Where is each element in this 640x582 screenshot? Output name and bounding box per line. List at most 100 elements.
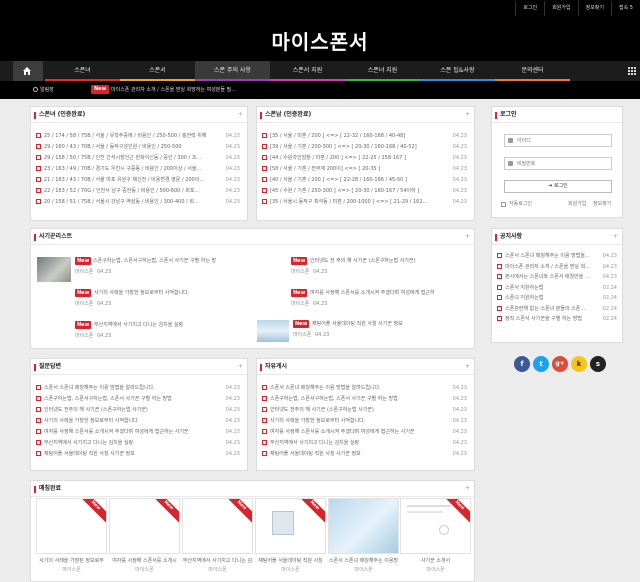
panel-title[interactable]: 사기꾼리스트 xyxy=(39,229,72,245)
panel-title[interactable]: 스폰남 (인증완료) xyxy=(265,107,311,123)
matched-item[interactable]: New 사기의 사례을 가장된 정보로부 마이스폰 xyxy=(36,498,107,578)
list-item[interactable]: 스폰구하는법, 스폰서구하는법, 스폰서 사기꾼 구별 하는 방법 04.23 xyxy=(31,394,247,405)
more-button[interactable]: + xyxy=(465,229,470,245)
panel-title[interactable]: 자유게시 xyxy=(265,359,287,375)
more-button[interactable]: + xyxy=(238,359,243,375)
fraud-item[interactable]: New 채팅어플 서울데이팅 직원 사칭 사기꾼 정보 마이스폰 04.23 xyxy=(257,320,471,348)
nav-item-sponser[interactable]: 스폰서 xyxy=(120,61,195,81)
list-item[interactable]: 스폰구하는법, 스폰서구하는법, 스폰서 사기꾼 구별 하는 방법 04.23 xyxy=(257,394,474,405)
google-plus-icon[interactable]: g+ xyxy=(552,356,568,372)
bullet-icon xyxy=(36,166,41,171)
list-item[interactable]: 여자를 사정해 스폰서를 소개시켜 주겠다며 여성에게 접근하는 사기꾼 04.2… xyxy=(31,427,247,438)
find-info-link[interactable]: 정보찾기 xyxy=(593,199,611,209)
list-item[interactable]: 29 / 158 / 50 / 75B / 인천 간석시장인근 한화이신동 / … xyxy=(31,153,247,164)
list-item[interactable]: 29 / 160 / 43 / 70B / 서울 / 동작구성인원 / 비용인 … xyxy=(31,142,247,153)
list-item[interactable]: 스폰관련해 없는 스폰녀 분들의 스폰... 02.24 xyxy=(492,304,622,315)
site-logo[interactable]: 마이스폰서 xyxy=(0,26,640,55)
list-item[interactable]: [35 / 서울 / 미혼 / 200 ] <=> [ 22-32 / 160-… xyxy=(257,131,474,142)
nav-item-caution[interactable]: 스폰 주의 사항 xyxy=(195,61,270,81)
nav-item-sponnyeo[interactable]: 스폰녀 xyxy=(45,61,120,81)
nav-item-tips[interactable]: 스폰 팁&사랑 xyxy=(420,61,495,81)
matched-item[interactable]: New 사기꾼 소개서 마이스폰 xyxy=(400,498,471,578)
panel-title[interactable]: 매칭완료 xyxy=(39,481,61,497)
bullet-icon xyxy=(36,440,41,445)
find-info-link[interactable]: 정보찾기 xyxy=(577,1,611,16)
ticker-text[interactable]: 마이스폰 관리자 소개 / 스폰을 받실 희망하는 여성분들 필... xyxy=(111,81,236,99)
fraud-item[interactable]: New 스폰구하는법, 스폰서구하는법, 스폰서 사기꾼 구별 하는 방 마이스… xyxy=(37,257,247,285)
list-item[interactable]: 스폰서 스폰녀 매칭해주는 이용 방법을 알려드립니다. 04.23 xyxy=(31,383,247,394)
fraud-item[interactable]: New 인터넷도 전 주의 해 사기꾼 (스폰구하는법 사기꾼) 마이스폰 04… xyxy=(291,257,471,285)
list-item[interactable]: 22 / 163 / 52 / 70G / 인천서 남구 중한동 / 비용인 /… xyxy=(31,186,247,197)
grid-menu-icon[interactable] xyxy=(628,67,636,75)
matched-item[interactable]: New 여자를 사정해 스폰서를 소개시 마이스폰 xyxy=(109,498,180,578)
fraud-item[interactable]: New 사기의 사례을 가장한 정보로부터 사적합니다. 마이스폰 04.23 xyxy=(75,289,255,317)
new-badge: New xyxy=(75,289,92,297)
bullet-icon xyxy=(36,407,41,412)
join-link[interactable]: 회원가입 xyxy=(544,1,577,16)
fraud-item[interactable]: New 여자를 사정해 스폰서를 소개시켜 주겠다며 여성에게 접근하 마이스폰… xyxy=(291,289,471,317)
more-button[interactable]: + xyxy=(465,107,470,123)
auto-login-checkbox[interactable] xyxy=(501,202,506,207)
join-link[interactable]: 회원가입 xyxy=(568,199,586,209)
list-item[interactable]: 여자를 사정해 스폰서를 소개시켜 주겠다며 여성에게 접근하는 사기꾼 04.2… xyxy=(257,427,474,438)
facebook-icon[interactable]: f xyxy=(514,356,530,372)
list-item[interactable]: 채팅어플 서울데이팅 직원 사칭 사기꾼 정보 04.23 xyxy=(257,449,474,460)
list-item[interactable]: [40 / 서울 / 기혼 / 200 ] <=> [ 22-28 / 160-… xyxy=(257,175,474,186)
login-link[interactable]: 로그인 xyxy=(515,1,544,16)
list-item[interactable]: 본사에서는 스폰녀와 스폰서 매칭만을 ... 04.23 xyxy=(492,272,622,283)
more-button[interactable]: + xyxy=(613,229,618,245)
panel-title[interactable]: 공지사항 xyxy=(500,229,522,245)
new-badge: New xyxy=(91,85,110,94)
matched-thumbnail: New xyxy=(182,498,253,554)
twitter-icon[interactable]: t xyxy=(533,356,549,372)
list-item[interactable]: 인터넷도 전주의 해 사기꾼 (스폰구하는법 사기꾼) 04.23 xyxy=(257,405,474,416)
kakao-icon[interactable]: k xyxy=(571,356,587,372)
list-item[interactable]: 채팅어플 서울데이팅 직원 사칭 사기꾼 정보 04.23 xyxy=(31,449,247,460)
list-item[interactable]: 스폰서 스폰녀 매칭해주는 이용 방법을... 04.23 xyxy=(492,251,622,262)
list-item[interactable]: 스폰서 스폰녀 매칭해주는 이용 방법을 알려드립니다. 04.23 xyxy=(257,383,474,394)
list-item[interactable]: 스폰서 지원하는법 02.24 xyxy=(492,283,622,294)
screen-preview xyxy=(272,511,294,535)
more-button[interactable]: + xyxy=(465,481,470,497)
matched-thumbnail: New xyxy=(255,498,326,554)
list-item[interactable]: 사기의 사례을 가장한 정보로부터 사적합니다. 04.23 xyxy=(257,416,474,427)
password-input[interactable] xyxy=(517,159,607,169)
more-button[interactable]: + xyxy=(465,359,470,375)
list-item[interactable]: 25 / 174 / 58 / 75B / 서울 / 유학주중에 / 비용인 /… xyxy=(31,131,247,142)
list-item[interactable]: 스폰녀 지원하는법 02.24 xyxy=(492,293,622,304)
list-item[interactable]: [44 / 수원과인암창 / 미혼 / 200 ] <=> [ 22-25 / … xyxy=(257,153,474,164)
id-input[interactable] xyxy=(517,136,607,146)
list-item[interactable]: 부산지역에서 사기치고 다니는 김치을 실랑 04.23 xyxy=(257,438,474,449)
list-item[interactable]: [45 / 수원 / 기혼 / 250-300 ] <=> [ 20-30 / … xyxy=(257,186,474,197)
nav-item-sponnyeo-apply[interactable]: 스폰녀 지원 xyxy=(345,61,420,81)
login-button[interactable]: ➔ 로그인 xyxy=(504,180,612,193)
list-item[interactable]: 21 / 163 / 43 / 70B / 서울 마포 유원구 제신전 / 비용… xyxy=(31,175,247,186)
bullet-icon xyxy=(36,396,41,401)
fraud-item[interactable]: New 부산지역에서 사기치고 다니는 김치을 실랑 마이스폰 04.23 xyxy=(75,321,255,348)
matched-item[interactable]: New 부산지역에서 사기치고 다니는 김 마이스폰 xyxy=(182,498,253,578)
list-item[interactable]: 20 / 158 / 51 / 75B / 서울시 강남구 역삼동 / 비용인 … xyxy=(31,197,247,208)
list-item[interactable]: 부산지역에서 사기치고 다니는 김치을 실랑 04.23 xyxy=(31,438,247,449)
nav-item-sponser-apply[interactable]: 스폰서 지원 xyxy=(270,61,345,81)
list-item[interactable]: 사기의 사례을 가장한 정보로부터 사적합니다. 04.23 xyxy=(31,416,247,427)
password-field[interactable] xyxy=(504,157,612,170)
nav-item-contact[interactable]: 문의센터 xyxy=(495,61,570,81)
list-item[interactable]: [39 / 서울 / 기혼 / 200-300 ] <=> [ 20-30 / … xyxy=(257,142,474,153)
bullet-icon xyxy=(262,144,267,149)
more-button[interactable]: + xyxy=(238,107,243,123)
id-field[interactable] xyxy=(504,134,612,147)
matched-item[interactable]: New 채팅어플 서울데이팅 직원 사칭 마이스폰 xyxy=(255,498,326,578)
list-item[interactable]: 23 / 163 / 49 / 70B / 경기도 우친시 구증동 / 비용인 … xyxy=(31,164,247,175)
list-item[interactable]: 인터넷도 전주의 해 사기꾼 (스폰구하는법 사기꾼) 04.23 xyxy=(31,405,247,416)
panel-title[interactable]: 스폰녀 (인증완료) xyxy=(39,107,85,123)
home-button[interactable] xyxy=(13,61,43,81)
bullet-icon xyxy=(36,188,41,193)
list-item[interactable]: [35 / 서울시 동작구 흑석동 / 미혼 / 200-1000 ] <=> … xyxy=(257,197,474,208)
bell-icon xyxy=(33,87,38,92)
matched-item[interactable]: 스폰서 스폰녀 매칭해주는 이용방 마이스폰 xyxy=(328,498,399,578)
kakaostory-icon[interactable]: s xyxy=(590,356,606,372)
panel-title[interactable]: 질문답변 xyxy=(39,359,61,375)
list-item[interactable]: 마이스폰 관리자 소개 / 스폰을 받실 희... 04.23 xyxy=(492,262,622,273)
list-item[interactable]: [58 / 서울 / 기혼 / 전부재 200이] <=> [ 20-35 ] 0… xyxy=(257,164,474,175)
list-item[interactable]: 정직 스폰서 사기꾼을 구별 하는 방법 02.24 xyxy=(492,314,622,325)
